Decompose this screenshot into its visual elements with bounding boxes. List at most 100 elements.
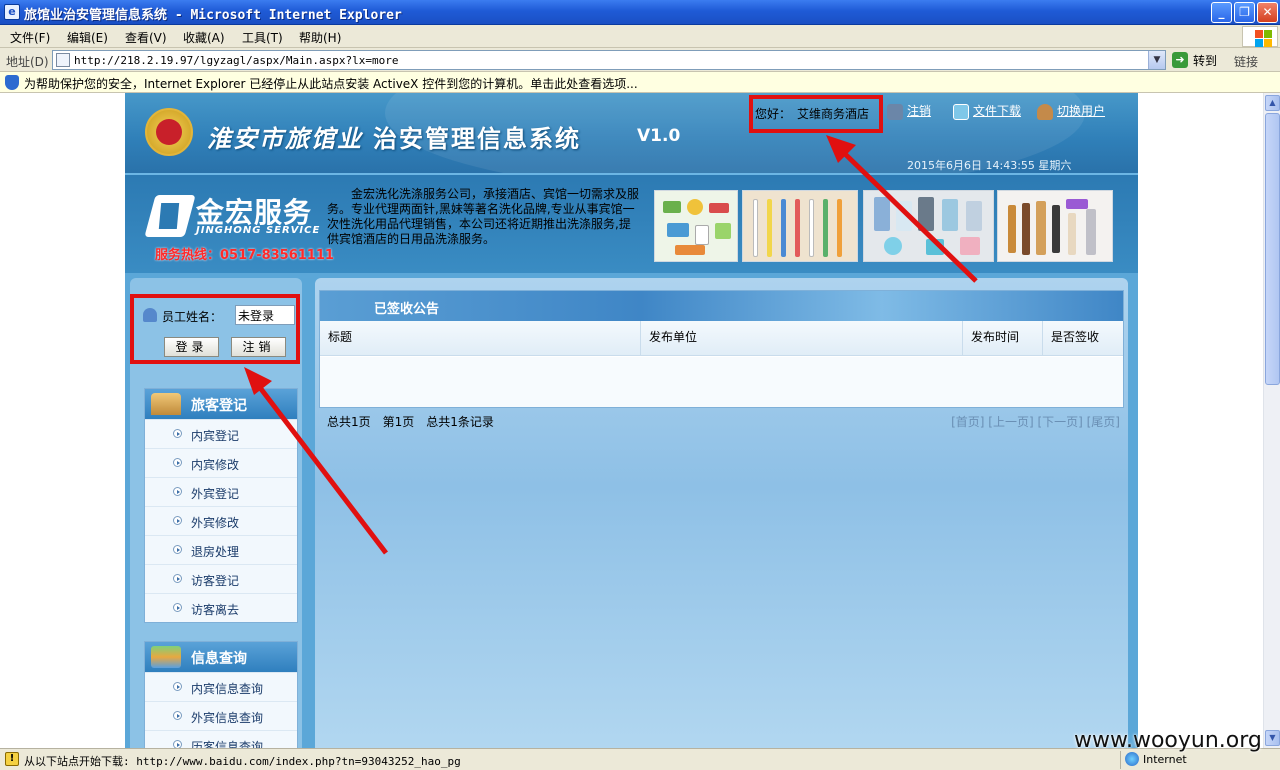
menu-view[interactable]: 查看(V) — [125, 29, 167, 46]
ie-window: e 旅馆业治安管理信息系统 - Microsoft Internet Explo… — [0, 0, 1280, 770]
hotline: 服务热线：0517-83561111 — [155, 248, 334, 263]
switch-user-label: 切换用户 — [1057, 104, 1106, 118]
menu-item-label: 退房处理 — [191, 545, 240, 559]
banner-description: 金宏洗化洗涤服务公司，承接酒店、宾馆一切需求及服务。专业代理两面针,黑妹等著名洗… — [327, 187, 640, 246]
scroll-thumb[interactable] — [1265, 113, 1280, 385]
menu-item-foreign-register[interactable]: 外宾登记 — [145, 477, 297, 506]
security-infobar[interactable]: 为帮助保护您的安全，Internet Explorer 已经停止从此站点安装 A… — [0, 72, 1280, 93]
user-icon — [1037, 103, 1053, 120]
menu-item-domestic-edit[interactable]: 内宾修改 — [145, 448, 297, 477]
menu-item-domestic-query[interactable]: 内宾信息查询 — [145, 672, 297, 701]
warning-icon: ! — [5, 752, 19, 766]
maximize-button[interactable]: ❐ — [1234, 2, 1255, 23]
total-pages: 总共1页 — [327, 415, 371, 429]
bullet-icon — [173, 545, 182, 554]
menu-item-label: 历客信息查询 — [191, 740, 264, 748]
address-url[interactable]: http://218.2.19.97/lgyzagl/aspx/Main.asp… — [74, 54, 399, 67]
status-text: 从以下站点开始下载: http://www.baidu.com/index.ph… — [24, 755, 461, 768]
links-button[interactable]: 链接 — [1234, 53, 1258, 70]
menu-item-foreign-query[interactable]: 外宾信息查询 — [145, 701, 297, 730]
police-emblem-icon — [145, 108, 193, 156]
column-publish-time: 发布时间 — [963, 321, 1043, 356]
pagination-nav[interactable]: [首页] [上一页] [下一页] [尾页] — [951, 413, 1120, 430]
column-signed: 是否签收 — [1051, 330, 1100, 344]
menu-item-label: 访客登记 — [191, 574, 240, 588]
menu-item-domestic-register[interactable]: 内宾登记 — [145, 419, 297, 448]
page-icon — [56, 53, 70, 67]
go-button[interactable]: ➜ 转到 — [1170, 51, 1226, 69]
menu-favorites[interactable]: 收藏(A) — [183, 29, 225, 46]
building-icon — [151, 393, 181, 415]
notice-table-body — [320, 357, 1123, 407]
ie-page-icon: e — [4, 4, 20, 20]
menu-item-label: 外宾信息查询 — [191, 711, 264, 725]
bullet-icon — [173, 458, 182, 467]
shield-icon — [5, 75, 19, 90]
ad-banner[interactable]: 金宏服务 JINGHONG SERVICE 服务热线：0517-83561111… — [125, 173, 1138, 273]
info-query-menu: 信息查询 内宾信息查询 外宾信息查询 历客信息查询 — [144, 641, 298, 748]
menu-file[interactable]: 文件(F) — [10, 29, 50, 46]
scroll-down-icon[interactable]: ▼ — [1265, 730, 1280, 746]
menu-item-visitor-register[interactable]: 访客登记 — [145, 564, 297, 593]
product-image-toothbrushes — [742, 190, 858, 262]
menu-item-label: 内宾登记 — [191, 429, 240, 443]
product-image-combs — [997, 190, 1113, 262]
menu-item-label: 访客离去 — [191, 603, 240, 617]
menu-tools[interactable]: 工具(T) — [242, 29, 283, 46]
security-zone[interactable]: Internet — [1120, 751, 1280, 769]
bullet-icon — [173, 682, 182, 691]
address-dropdown-icon[interactable]: ▼ — [1148, 51, 1165, 69]
menu-item-foreign-edit[interactable]: 外宾修改 — [145, 506, 297, 535]
menu-item-label: 内宾信息查询 — [191, 682, 264, 696]
infobar-text: 为帮助保护您的安全，Internet Explorer 已经停止从此站点安装 A… — [24, 77, 638, 91]
file-download-label: 文件下载 — [973, 104, 1022, 118]
menu-edit[interactable]: 编辑(E) — [67, 29, 108, 46]
menu-item-label: 内宾修改 — [191, 458, 240, 472]
notice-panel: 已签收公告 标题 发布单位 发布时间 是否签收 — [319, 290, 1124, 408]
menu-header-info-query[interactable]: 信息查询 — [145, 642, 297, 672]
address-input[interactable]: http://218.2.19.97/lgyzagl/aspx/Main.asp… — [52, 50, 1166, 70]
menu-item-checkout[interactable]: 退房处理 — [145, 535, 297, 564]
file-download-link[interactable]: 文件下载 — [953, 102, 1021, 120]
menu-title: 旅客登记 — [191, 398, 247, 414]
zone-label: Internet — [1143, 753, 1187, 766]
login-highlight-box — [130, 294, 300, 364]
menu-item-label: 外宾修改 — [191, 516, 240, 530]
menu-title: 信息查询 — [191, 651, 247, 667]
notice-panel-header: 已签收公告 — [320, 291, 1123, 321]
minimize-button[interactable]: _ — [1211, 2, 1232, 23]
menu-bar: 文件(F) 编辑(E) 查看(V) 收藏(A) 工具(T) 帮助(H) — [0, 25, 1280, 48]
column-title: 标题 — [320, 321, 641, 356]
header-logout-link[interactable]: 注销 — [887, 102, 931, 120]
menu-item-history-query[interactable]: 历客信息查询 — [145, 730, 297, 748]
globe-icon — [1125, 752, 1139, 766]
watermark: www.wooyun.org — [1074, 728, 1262, 753]
bullet-icon — [173, 429, 182, 438]
switch-user-link[interactable]: 切换用户 — [1037, 102, 1105, 120]
greeting-highlight-box — [749, 95, 883, 133]
header-logout-label: 注销 — [907, 104, 932, 118]
vertical-scrollbar[interactable]: ▲ ▼ — [1263, 93, 1280, 748]
menu-item-visitor-leave[interactable]: 访客离去 — [145, 593, 297, 622]
system-version: V1.0 — [637, 126, 681, 146]
scroll-up-icon[interactable]: ▲ — [1265, 95, 1280, 111]
windows-logo-icon — [1242, 26, 1278, 47]
title-bar: e 旅馆业治安管理信息系统 - Microsoft Internet Explo… — [0, 0, 1280, 25]
close-button[interactable]: ✕ — [1257, 2, 1278, 23]
books-icon — [151, 646, 181, 668]
bullet-icon — [173, 574, 182, 583]
menu-header-guest-registration[interactable]: 旅客登记 — [145, 389, 297, 419]
logo-en: JINGHONG SERVICE — [196, 225, 321, 236]
city-calligraphy: 淮安市旅馆业 — [207, 124, 363, 153]
main-content: 已签收公告 标题 发布单位 发布时间 是否签收 总共1页 第1页 总共1条记录 [首… — [315, 278, 1128, 748]
logo-mark-icon — [144, 195, 196, 237]
notice-table-header: 标题 发布单位 发布时间 是否签收 — [320, 321, 1123, 356]
address-bar: 地址(D) http://218.2.19.97/lgyzagl/aspx/Ma… — [0, 48, 1280, 72]
download-icon — [953, 103, 969, 120]
bullet-icon — [173, 740, 182, 748]
bullet-icon — [173, 487, 182, 496]
menu-item-label: 外宾登记 — [191, 487, 240, 501]
notice-panel-title: 已签收公告 — [374, 302, 440, 317]
menu-help[interactable]: 帮助(H) — [299, 29, 341, 46]
guest-registration-menu: 旅客登记 内宾登记 内宾修改 外宾登记 外宾修改 退房处理 访客登记 访客离去 — [144, 388, 298, 623]
